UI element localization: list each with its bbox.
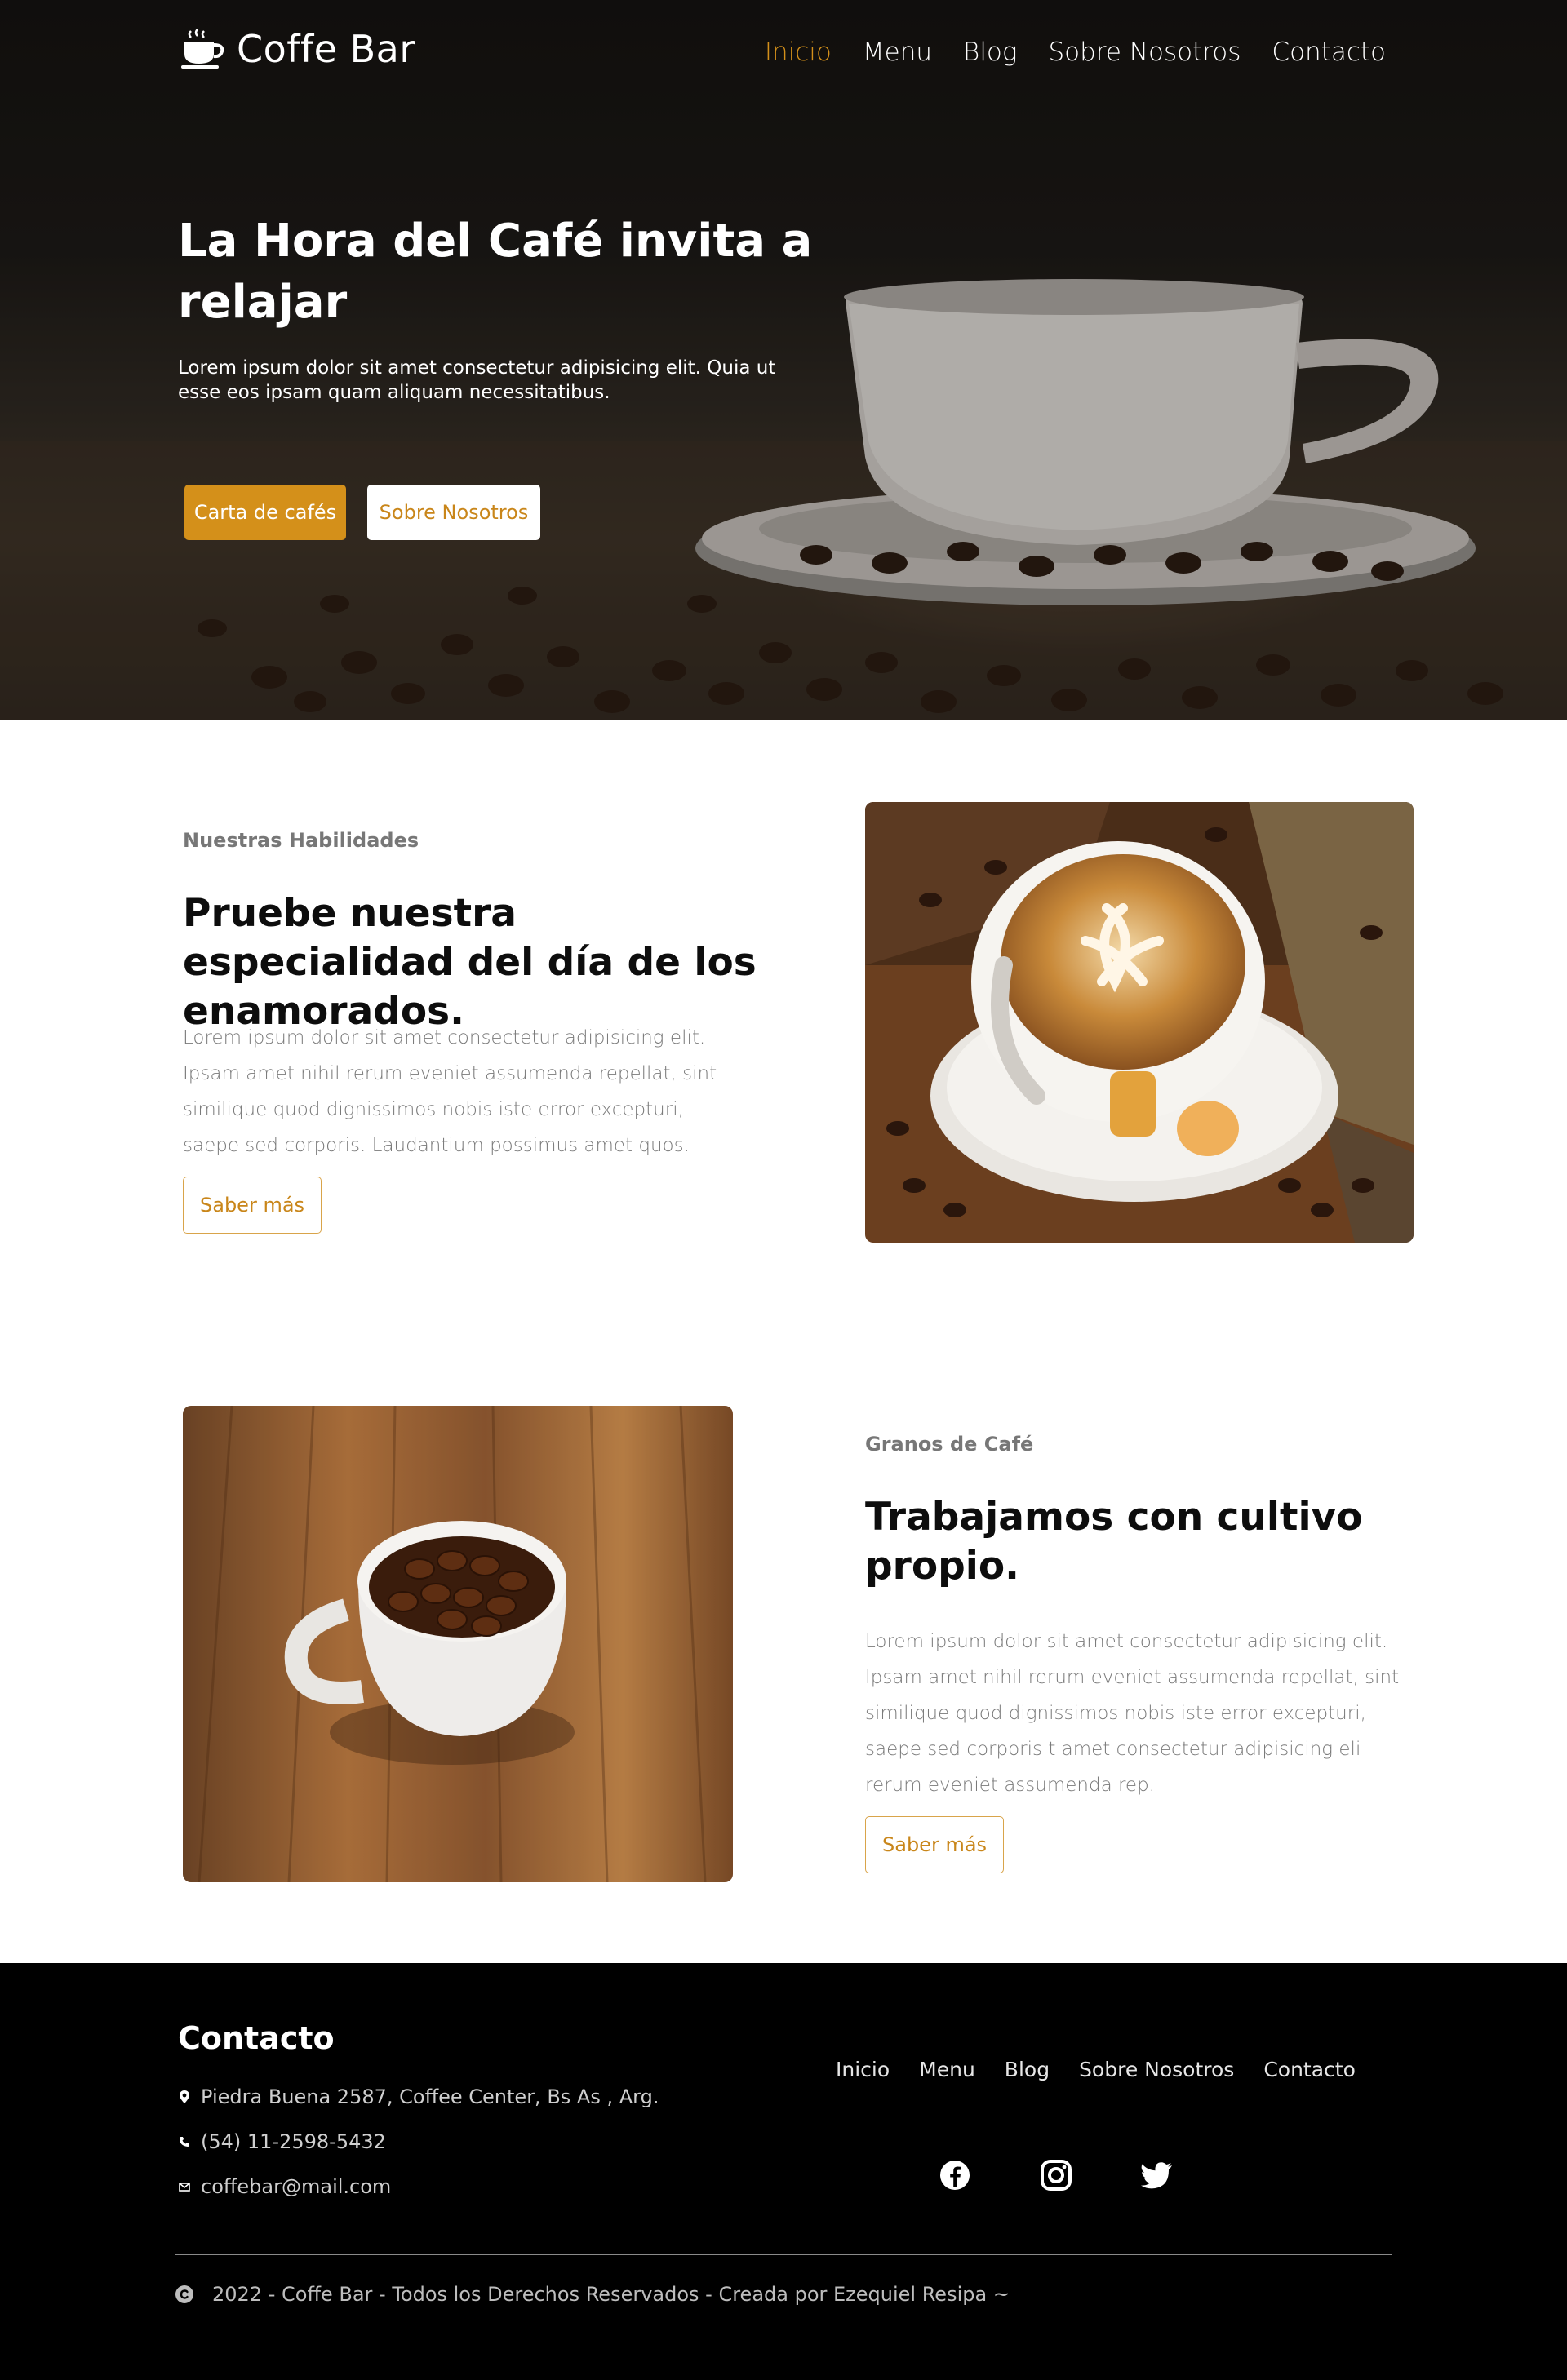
footer-address-text: Piedra Buena 2587, Coffee Center, Bs As …	[201, 2085, 659, 2108]
saber-mas-button[interactable]: Saber más	[865, 1816, 1005, 1873]
footer-phone: (54) 11-2598-5432	[178, 2130, 386, 2153]
phone-icon	[178, 2135, 191, 2148]
copyright-icon	[175, 2285, 193, 2303]
hero-section: Coffe Bar Inicio Menu Blog Sobre Nosotro…	[0, 0, 1567, 720]
section-eyebrow: Granos de Café	[865, 1433, 1034, 1456]
social-links	[937, 2157, 1175, 2193]
footer-nav: Inicio Menu Blog Sobre Nosotros Contacto	[836, 2058, 1356, 2081]
sobre-nosotros-button[interactable]: Sobre Nosotros	[367, 485, 540, 540]
footer-address: Piedra Buena 2587, Coffee Center, Bs As …	[178, 2085, 659, 2108]
footer-link-inicio[interactable]: Inicio	[836, 2058, 890, 2081]
footer-link-sobre-nosotros[interactable]: Sobre Nosotros	[1079, 2058, 1234, 2081]
footer-divider	[175, 2254, 1392, 2255]
saber-mas-button[interactable]: Saber más	[183, 1177, 322, 1234]
footer-link-menu[interactable]: Menu	[919, 2058, 975, 2081]
coffee-cup-icon	[181, 29, 224, 69]
nav-item-inicio[interactable]: Inicio	[765, 38, 832, 67]
location-pin-icon	[178, 2090, 191, 2103]
hero-title: La Hora del Café invita a relajar	[178, 215, 813, 329]
mail-icon	[178, 2180, 191, 2193]
footer-link-contacto[interactable]: Contacto	[1263, 2058, 1356, 2081]
top-navbar: Coffe Bar Inicio Menu Blog Sobre Nosotro…	[0, 0, 1567, 106]
nav-item-menu[interactable]: Menu	[863, 38, 932, 67]
twitter-icon[interactable]	[1139, 2157, 1175, 2193]
carta-de-cafes-button[interactable]: Carta de cafés	[184, 485, 346, 540]
footer-link-blog[interactable]: Blog	[1005, 2058, 1050, 2081]
section-eyebrow: Nuestras Habilidades	[183, 829, 419, 852]
footer-email: coffebar@mail.com	[178, 2175, 391, 2198]
section-body: Lorem ipsum dolor sit amet consectetur a…	[183, 1027, 717, 1156]
section-body: Lorem ipsum dolor sit amet consectetur a…	[865, 1631, 1400, 1796]
footer: Contacto Piedra Buena 2587, Coffee Cente…	[0, 1963, 1567, 2380]
section-title: Pruebe nuestra especialidad del día de l…	[183, 891, 757, 1034]
footer-email-text: coffebar@mail.com	[201, 2175, 392, 2198]
section-title: Trabajamos con cultivo propio.	[865, 1495, 1363, 1589]
copyright-text: 2022 - Coffe Bar - Todos los Derechos Re…	[212, 2283, 1010, 2306]
latte-art-photo	[865, 802, 1414, 1243]
footer-phone-text: (54) 11-2598-5432	[201, 2130, 386, 2153]
copyright: 2022 - Coffe Bar - Todos los Derechos Re…	[175, 2283, 1010, 2306]
hero-subtitle: Lorem ipsum dolor sit amet consectetur a…	[178, 357, 776, 403]
nav-menu: Inicio Menu Blog Sobre Nosotros Contacto	[765, 38, 1386, 67]
coffee-beans-cup-photo	[183, 1406, 733, 1882]
brand-logo[interactable]: Coffe Bar	[180, 26, 415, 72]
footer-contact-title: Contacto	[178, 2020, 335, 2056]
nav-item-contacto[interactable]: Contacto	[1272, 38, 1386, 67]
brand-name: Coffe Bar	[237, 27, 415, 71]
facebook-icon[interactable]	[937, 2157, 973, 2193]
nav-item-sobre-nosotros[interactable]: Sobre Nosotros	[1049, 38, 1241, 67]
nav-item-blog[interactable]: Blog	[963, 38, 1017, 67]
instagram-icon[interactable]	[1038, 2157, 1074, 2193]
